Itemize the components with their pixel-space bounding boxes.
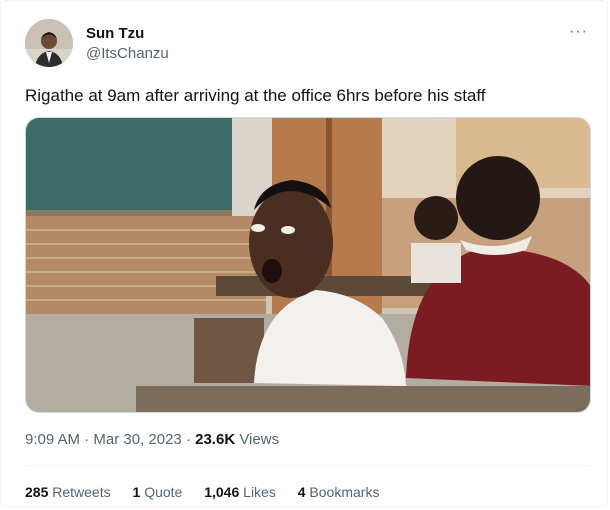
likes-stat[interactable]: 1,046 Likes (204, 484, 280, 500)
bookmarks-stat[interactable]: 4 Bookmarks (298, 484, 380, 500)
quotes-label: Quote (144, 484, 183, 500)
quotes-stat[interactable]: 1 Quote (133, 484, 187, 500)
tweet-card: Sun Tzu @ItsChanzu ··· Rigathe at 9am af… (0, 0, 608, 508)
engagement-stats: 285 Retweets 1 Quote 1,046 Likes 4 Bookm… (25, 484, 397, 500)
ellipsis-icon[interactable]: ··· (569, 23, 588, 41)
tweet-date[interactable]: Mar 30, 2023 (93, 431, 181, 448)
avatar[interactable] (25, 19, 73, 67)
bookmarks-label: Bookmarks (309, 484, 380, 500)
retweets-count: 285 (25, 484, 49, 500)
divider (25, 465, 591, 466)
meta-separator: · (84, 431, 90, 448)
tweet-media[interactable] (25, 117, 591, 413)
author-handle[interactable]: @ItsChanzu (86, 45, 169, 62)
photo-classroom-students (26, 118, 590, 412)
likes-count: 1,046 (204, 484, 240, 500)
views-label: Views (239, 431, 280, 448)
tweet-time[interactable]: 9:09 AM (25, 431, 80, 448)
views-count: 23.6K (195, 431, 236, 448)
retweets-stat[interactable]: 285 Retweets (25, 484, 115, 500)
retweets-label: Retweets (52, 484, 111, 500)
tweet-text: Rigathe at 9am after arriving at the off… (25, 86, 486, 105)
tweet-meta: 9:09 AM · Mar 30, 2023 · 23.6K Views (25, 431, 279, 448)
meta-separator: · (185, 431, 191, 448)
bookmarks-count: 4 (297, 484, 306, 500)
likes-label: Likes (243, 484, 276, 500)
avatar-image (25, 19, 73, 67)
author-name[interactable]: Sun Tzu (86, 25, 144, 42)
quotes-count: 1 (132, 484, 141, 500)
